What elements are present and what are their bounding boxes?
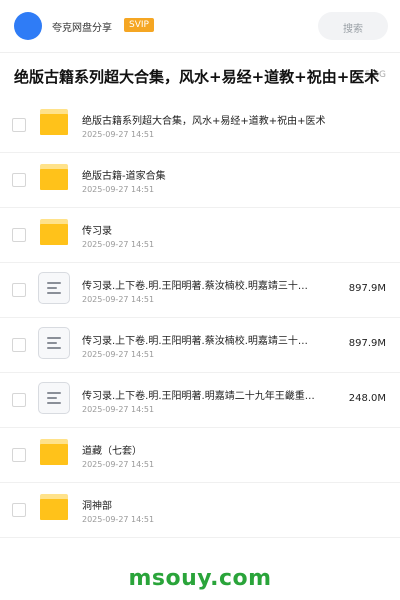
- file-name: 传习录.上下卷.明.王阳明著.蔡汝楠校.明嘉靖三十…: [82, 281, 308, 292]
- file-name: 绝版古籍系列超大合集，风水+易经+道教+祝由+医术: [82, 116, 326, 127]
- list-item[interactable]: 道藏（七套） 2025-09-27 14:51: [0, 428, 400, 483]
- file-date: 2025-09-27 14:51: [82, 515, 155, 524]
- file-name: 传习录.上下卷.明.王阳明著.蔡汝楠校.明嘉靖三十…: [82, 336, 308, 347]
- file-size: 897.9M: [348, 338, 386, 349]
- file-name: 洞神部: [82, 501, 112, 512]
- folder-icon: [40, 439, 68, 465]
- checkbox[interactable]: [12, 228, 26, 242]
- checkbox[interactable]: [12, 283, 26, 297]
- folder-icon: [40, 494, 68, 520]
- file-date: 2025-09-27 14:51: [82, 350, 155, 359]
- folder-icon: [40, 164, 68, 190]
- file-name: 道藏（七套）: [82, 446, 142, 457]
- list-item[interactable]: 传习录.上下卷.明.王阳明著.明嘉靖二十九年王畿重… 2025-09-27 14…: [0, 373, 400, 428]
- header-bar: 夸克网盘分享 SVIP 搜索: [0, 0, 400, 52]
- watermark: msouy.com: [128, 566, 272, 591]
- file-date: 2025-09-27 14:51: [82, 405, 155, 414]
- share-title: 绝版古籍系列超大合集，风水+易经+道教+祝由+医术: [14, 68, 380, 86]
- list-item[interactable]: 传习录.上下卷.明.王阳明著.蔡汝楠校.明嘉靖三十… 2025-09-27 14…: [0, 263, 400, 318]
- checkbox[interactable]: [12, 393, 26, 407]
- svip-badge: SVIP: [124, 18, 154, 32]
- folder-icon: [40, 219, 68, 245]
- share-title-bar: 5.0G 绝版古籍系列超大合集，风水+易经+道教+祝由+医术: [0, 52, 400, 100]
- file-date: 2025-09-27 14:51: [82, 460, 155, 469]
- file-date: 2025-09-27 14:51: [82, 130, 155, 139]
- checkbox[interactable]: [12, 338, 26, 352]
- document-icon: [38, 272, 70, 304]
- file-list: 绝版古籍系列超大合集，风水+易经+道教+祝由+医术 2025-09-27 14:…: [0, 98, 400, 538]
- footer: msouy.com: [0, 548, 400, 600]
- file-name: 传习录.上下卷.明.王阳明著.明嘉靖二十九年王畿重…: [82, 391, 315, 402]
- file-size: 897.9M: [348, 283, 386, 294]
- list-item[interactable]: 传习录.上下卷.明.王阳明著.蔡汝楠校.明嘉靖三十… 2025-09-27 14…: [0, 318, 400, 373]
- list-item[interactable]: 绝版古籍系列超大合集，风水+易经+道教+祝由+医术 2025-09-27 14:…: [0, 98, 400, 153]
- checkbox[interactable]: [12, 503, 26, 517]
- search-button[interactable]: 搜索: [318, 12, 388, 40]
- file-date: 2025-09-27 14:51: [82, 185, 155, 194]
- list-item[interactable]: 传习录 2025-09-27 14:51: [0, 208, 400, 263]
- file-date: 2025-09-27 14:51: [82, 295, 155, 304]
- file-name: 绝版古籍-道家合集: [82, 171, 166, 182]
- username: 夸克网盘分享: [52, 23, 112, 34]
- file-size: 248.0M: [348, 393, 386, 404]
- search-label: 搜索: [343, 24, 363, 35]
- document-icon: [38, 382, 70, 414]
- file-name: 传习录: [82, 226, 112, 237]
- checkbox[interactable]: [12, 448, 26, 462]
- list-item[interactable]: 洞神部 2025-09-27 14:51: [0, 483, 400, 538]
- checkbox[interactable]: [12, 118, 26, 132]
- checkbox[interactable]: [12, 173, 26, 187]
- avatar[interactable]: [14, 12, 42, 40]
- file-date: 2025-09-27 14:51: [82, 240, 155, 249]
- document-icon: [38, 327, 70, 359]
- folder-icon: [40, 109, 68, 135]
- list-item[interactable]: 绝版古籍-道家合集 2025-09-27 14:51: [0, 153, 400, 208]
